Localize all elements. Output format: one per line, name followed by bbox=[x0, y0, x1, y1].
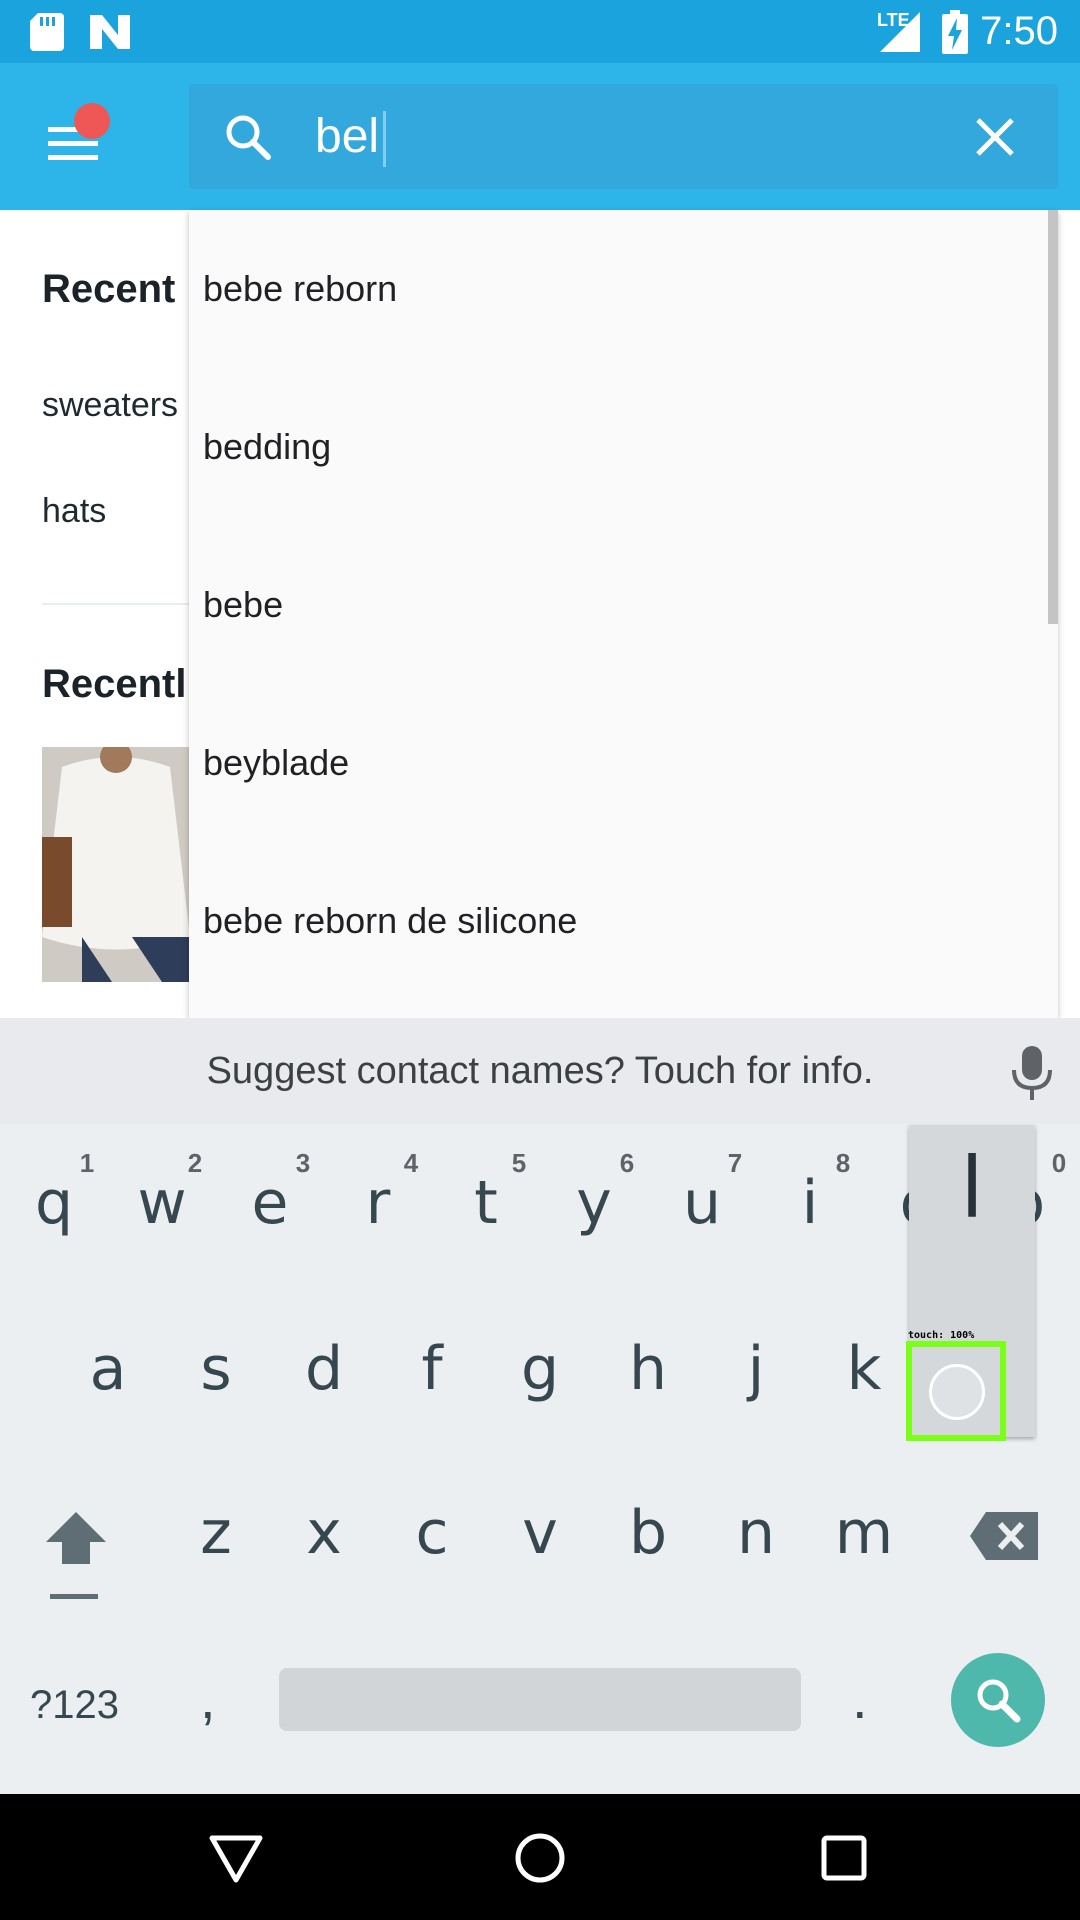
touch-label: touch: 100% bbox=[908, 1330, 975, 1341]
recent-searches-title: Recent bbox=[42, 267, 176, 311]
key-r[interactable]: r bbox=[324, 1168, 432, 1238]
keyboard-suggestion-bar[interactable]: Suggest contact names? Touch for info. bbox=[0, 1018, 1080, 1124]
suggestion-item[interactable]: bebe reborn de silicone bbox=[189, 842, 1045, 1000]
scrollbar[interactable] bbox=[1048, 210, 1058, 624]
recents-icon[interactable] bbox=[814, 1828, 874, 1888]
key-k[interactable]: k bbox=[810, 1334, 918, 1404]
key-u[interactable]: u bbox=[648, 1168, 756, 1238]
suggestion-item[interactable]: beyblade bbox=[189, 684, 1045, 842]
hamburger-icon bbox=[48, 127, 98, 160]
key-w[interactable]: w bbox=[108, 1168, 216, 1238]
key-n[interactable]: n bbox=[702, 1498, 810, 1568]
key-preview-letter: l bbox=[960, 1139, 984, 1237]
period-key[interactable]: . bbox=[852, 1666, 868, 1731]
key-x[interactable]: x bbox=[270, 1498, 378, 1568]
space-bar[interactable] bbox=[279, 1668, 801, 1731]
signal-icon bbox=[880, 0, 920, 63]
backspace-icon[interactable] bbox=[970, 1512, 1038, 1560]
microphone-icon[interactable] bbox=[1010, 1046, 1054, 1100]
search-suggestions-list: bebe reborn bedding bebe beyblade bebe r… bbox=[189, 210, 1058, 1018]
key-f[interactable]: f bbox=[378, 1334, 486, 1404]
recent-search-item[interactable]: sweaters bbox=[42, 386, 178, 425]
app-bar: bel bbox=[0, 63, 1080, 210]
key-h[interactable]: h bbox=[594, 1334, 702, 1404]
clock: 7:50 bbox=[980, 9, 1058, 53]
key-j[interactable]: j bbox=[702, 1334, 810, 1404]
navigation-bar bbox=[0, 1794, 1080, 1920]
recently-viewed-title: Recentl bbox=[42, 662, 187, 706]
suggestion-item[interactable]: bebe bbox=[189, 526, 1045, 684]
key-q[interactable]: q bbox=[0, 1168, 108, 1238]
battery-charging-icon bbox=[942, 0, 968, 63]
recent-search-item[interactable]: hats bbox=[42, 492, 106, 531]
search-icon bbox=[977, 1679, 1021, 1723]
sd-card-icon bbox=[30, 0, 64, 63]
key-c[interactable]: c bbox=[378, 1498, 486, 1568]
notification-dot bbox=[74, 103, 110, 139]
symbols-key[interactable]: ?123 bbox=[30, 1683, 119, 1728]
suggestion-item[interactable]: bedding bbox=[189, 368, 1045, 526]
key-z[interactable]: z bbox=[162, 1498, 270, 1568]
touch-highlight-box bbox=[906, 1341, 1006, 1441]
search-input[interactable]: bel bbox=[189, 84, 1058, 189]
search-action-key[interactable] bbox=[951, 1653, 1045, 1747]
shift-key-icon[interactable] bbox=[44, 1508, 108, 1608]
n-notification-icon bbox=[90, 0, 130, 63]
key-e[interactable]: e bbox=[216, 1168, 324, 1238]
text-cursor bbox=[383, 111, 387, 168]
status-bar: LTE 7:50 bbox=[0, 0, 1080, 63]
key-v[interactable]: v bbox=[486, 1498, 594, 1568]
key-t[interactable]: t bbox=[432, 1168, 540, 1238]
key-i[interactable]: i bbox=[756, 1168, 864, 1238]
key-m[interactable]: m bbox=[810, 1498, 918, 1568]
search-query: bel bbox=[315, 84, 387, 189]
back-icon[interactable] bbox=[206, 1828, 266, 1888]
menu-button[interactable] bbox=[30, 93, 120, 183]
home-icon[interactable] bbox=[510, 1828, 570, 1888]
key-y[interactable]: y bbox=[540, 1168, 648, 1238]
suggestion-bar-text: Suggest contact names? Touch for info. bbox=[206, 1050, 874, 1092]
key-b[interactable]: b bbox=[594, 1498, 702, 1568]
product-thumbnail[interactable] bbox=[42, 747, 190, 982]
close-icon[interactable] bbox=[970, 112, 1020, 162]
key-g[interactable]: g bbox=[486, 1334, 594, 1404]
keyboard: Suggest contact names? Touch for info. 1… bbox=[0, 1018, 1080, 1794]
search-icon bbox=[226, 115, 271, 160]
key-s[interactable]: s bbox=[162, 1334, 270, 1404]
key-a[interactable]: a bbox=[54, 1334, 162, 1404]
comma-key[interactable]: , bbox=[200, 1666, 216, 1731]
key-d[interactable]: d bbox=[270, 1334, 378, 1404]
suggestion-item[interactable]: bebe reborn bbox=[189, 210, 1045, 368]
